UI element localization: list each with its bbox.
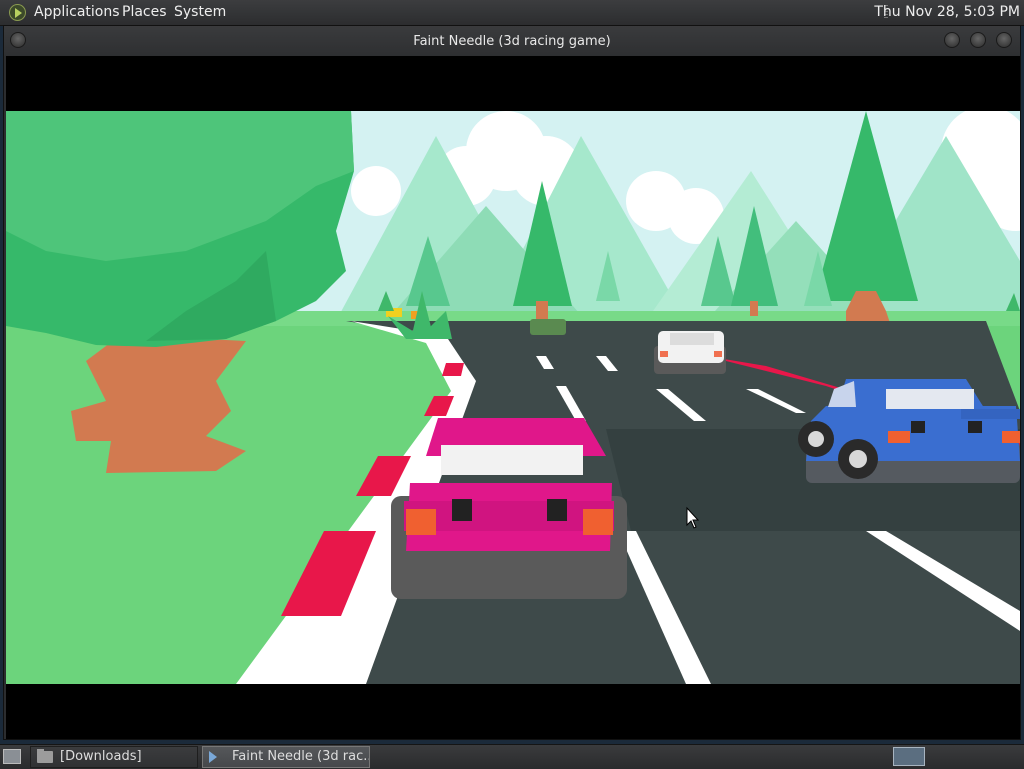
window-title: Faint Needle (3d racing game) — [413, 34, 611, 49]
bottom-panel: [Downloads] Faint Needle (3d rac... — [0, 744, 1024, 769]
system-menu[interactable]: System — [174, 4, 226, 20]
folder-icon — [37, 749, 53, 763]
minimize-button[interactable] — [944, 32, 960, 48]
show-desktop-icon[interactable] — [3, 749, 21, 764]
taskbar-item-downloads[interactable]: [Downloads] — [30, 746, 198, 768]
distro-logo-icon[interactable] — [9, 4, 26, 21]
top-panel: Applications Places System Thu Nov 28, 5… — [0, 0, 1024, 26]
taskbar-item-game[interactable]: Faint Needle (3d rac... — [202, 746, 370, 768]
race-scene[interactable] — [6, 111, 1020, 684]
taskbar-item-label: [Downloads] — [60, 749, 142, 764]
taskbar-item-label: Faint Needle (3d rac... — [232, 749, 370, 764]
game-viewport[interactable] — [6, 56, 1020, 739]
maximize-button[interactable] — [970, 32, 986, 48]
game-icon — [209, 751, 217, 763]
window-titlebar[interactable]: Faint Needle (3d racing game) — [4, 26, 1020, 56]
places-menu[interactable]: Places — [122, 4, 167, 20]
close-button[interactable] — [996, 32, 1012, 48]
clock[interactable]: Thu Nov 28, 5:03 PM — [874, 4, 1020, 20]
applications-menu[interactable]: Applications — [34, 4, 120, 20]
white-car — [654, 331, 726, 374]
game-window: Faint Needle (3d racing game) — [3, 25, 1021, 740]
workspace-switcher[interactable] — [893, 747, 925, 766]
